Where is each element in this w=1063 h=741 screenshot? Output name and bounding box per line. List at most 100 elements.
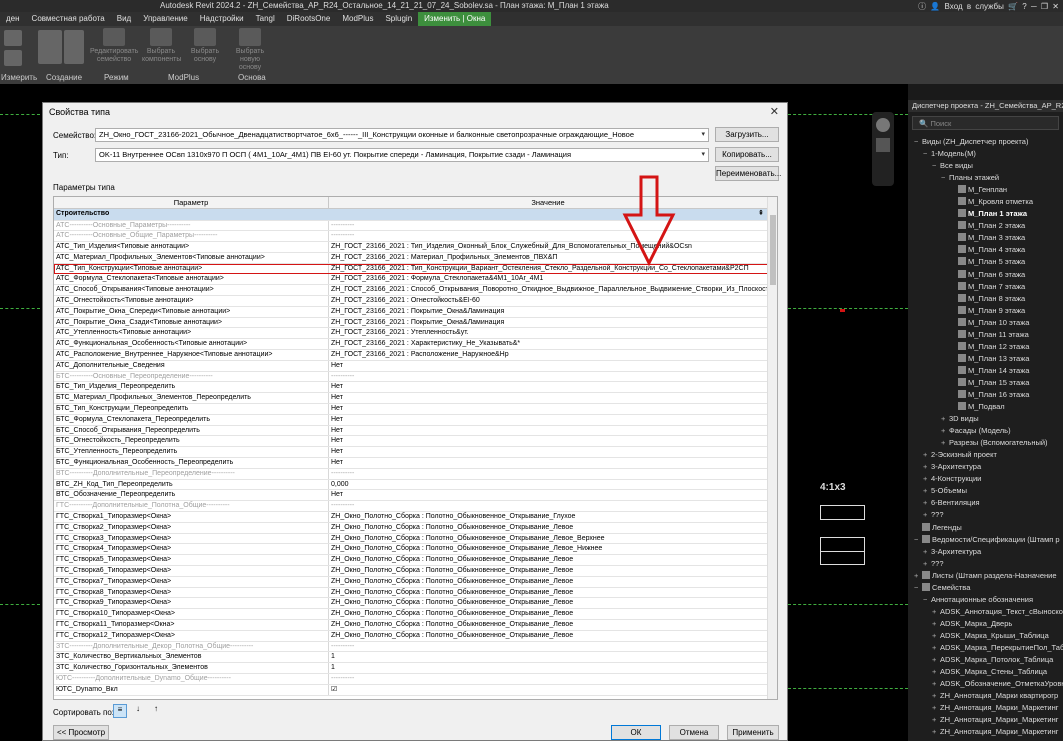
browser-tree-item[interactable]: +5-Объемы (908, 485, 1063, 497)
parameter-value[interactable]: 1 (329, 663, 768, 673)
parameter-value[interactable]: ZH_ГОСТ_23166_2021 : Покрытие_Окна&Ламин… (329, 307, 768, 317)
expand-icon[interactable]: + (932, 630, 940, 642)
table-row[interactable]: ЮТС----------Дополнительные_Dynamo_Общие… (54, 673, 768, 685)
menu-tab[interactable]: Совместная работа (26, 12, 111, 26)
expand-icon[interactable]: + (941, 437, 949, 449)
expand-icon[interactable]: + (923, 449, 931, 461)
menu-tab[interactable]: Изменить | Окна (418, 12, 492, 26)
collapse-icon[interactable]: ⇞ (754, 209, 768, 220)
expand-icon[interactable]: + (932, 714, 940, 726)
apply-button[interactable]: Применить (727, 725, 779, 740)
expand-icon[interactable]: + (923, 546, 931, 558)
login-link[interactable]: Вход в службы (945, 2, 1004, 11)
browser-tree-item[interactable]: +2-Эскизный проект (908, 449, 1063, 461)
browser-tree-item[interactable]: +??? (908, 509, 1063, 521)
parameter-value[interactable]: Нет (329, 458, 768, 468)
parameter-value[interactable]: Нет (329, 404, 768, 414)
browser-tree-item[interactable]: + ZH_Аннотация_Марки_Маркетинг (908, 702, 1063, 714)
table-row[interactable]: АТС_Покрытие_Окна_Спереди<Типовые аннота… (54, 306, 768, 318)
browser-tree-item[interactable]: + ADSK_Аннотация_Текст_сВыноской (908, 606, 1063, 618)
parameter-value[interactable]: ZH_ГОСТ_23166_2021 : Тип_Конструкции_Вар… (329, 264, 768, 274)
browser-tree-item[interactable]: М_План 12 этажа (908, 341, 1063, 353)
browser-search-input[interactable]: 🔍 Поиск (912, 116, 1059, 130)
select-host-button[interactable]: Выбрать основу (186, 28, 224, 64)
browser-tree-item[interactable]: − Планы этажей (908, 172, 1063, 184)
parameter-value[interactable]: ZH_ГОСТ_23166_2021 : Расположение_Наружн… (329, 350, 768, 360)
collapse-icon[interactable]: − (914, 582, 922, 594)
menu-tab[interactable]: ModPlus (336, 12, 379, 26)
parameter-value[interactable]: ZH_Окно_Полотно_Сборка : Полотно_Обыкнов… (329, 588, 768, 598)
maximize-icon[interactable]: ❐ (1041, 2, 1048, 11)
help-icon[interactable]: ? (1022, 2, 1026, 11)
table-row[interactable]: АТС_Функциональная_Особенность<Типовые а… (54, 339, 768, 351)
expand-icon[interactable]: + (923, 497, 931, 509)
table-row[interactable]: АТС_Огнестойкость<Типовые аннотации> ZH_Г… (54, 296, 768, 307)
browser-tree-item[interactable]: + ZH_Аннотация_Марки квартирогр (908, 690, 1063, 702)
parameter-value[interactable]: Нет (329, 426, 768, 436)
table-row[interactable]: БТС_Огнестойкость_Переопределить Нет (54, 436, 768, 448)
table-row[interactable]: ГТС_Створка2_Типоразмер<Окна> ZH_Окно_Пол… (54, 522, 768, 534)
browser-tree-item[interactable]: М_План 11 этажа (908, 329, 1063, 341)
window-elevation-symbol[interactable] (820, 537, 865, 565)
browser-tree-item[interactable]: +??? (908, 558, 1063, 570)
load-button[interactable]: Загрузить... (715, 127, 779, 142)
close-icon[interactable]: ✕ (1052, 2, 1059, 11)
select-components-button[interactable]: Выбрать компоненты (142, 28, 181, 64)
sort-default-icon[interactable]: ≡ (113, 704, 127, 718)
window-symbol[interactable] (820, 505, 865, 520)
parameter-value[interactable]: ZH_Окно_Полотно_Сборка : Полотно_Обыкнов… (329, 598, 768, 608)
table-row[interactable]: БТС_Утепленность_Переопределить Нет (54, 447, 768, 459)
parameter-value[interactable]: ZH_Окно_Полотно_Сборка : Полотно_Обыкнов… (329, 512, 768, 522)
browser-tree-item[interactable]: + ADSK_Марка_Потолок_Таблица (908, 654, 1063, 666)
collapse-icon[interactable]: − (914, 534, 922, 546)
browser-tree-item[interactable]: + ZH_Аннотация_Марки_Маркетинг (908, 714, 1063, 726)
parameter-value[interactable]: ZH_ГОСТ_23166_2021 : Утепленность&ут. (329, 328, 768, 338)
parameter-value[interactable]: ZH_ГОСТ_23166_2021 : Покрытие_Окна&Ламин… (329, 318, 768, 328)
parameter-value[interactable]: ZH_ГОСТ_23166_2021 : Способ_Открывания_П… (329, 285, 768, 295)
table-row[interactable]: АТС_Расположение_Внутреннее_Наружное<Тип… (54, 350, 768, 361)
browser-tree-item[interactable]: М_План 13 этажа (908, 353, 1063, 365)
sort-ascending-icon[interactable]: ↓ (131, 704, 145, 718)
browser-tree-item[interactable]: М_План 4 этажа (908, 244, 1063, 256)
expand-icon[interactable]: + (923, 473, 931, 485)
table-row[interactable]: БТС_Материал_Профильных_Элементов_Переоп… (54, 393, 768, 405)
menu-tab[interactable]: Вид (111, 12, 137, 26)
cart-icon[interactable]: 🛒 (1008, 2, 1018, 11)
menu-tab[interactable]: Управление (137, 12, 193, 26)
parameter-value[interactable]: ---------- (329, 642, 768, 652)
table-row[interactable]: БТС_Формула_Стеклопакета_Переопределить Н… (54, 414, 768, 426)
browser-tree-item[interactable]: М_План 7 этажа (908, 281, 1063, 293)
ok-button[interactable]: ОК (611, 725, 661, 740)
column-header-parameter[interactable]: Параметр (54, 197, 329, 208)
browser-tree-item[interactable]: + ADSK_Марка_Стены_Таблица (908, 666, 1063, 678)
edit-family-button[interactable]: Редактировать семейство (90, 28, 138, 64)
table-row[interactable]: ГТС_Створка1_Типоразмер<Окна> ZH_Окно_Пол… (54, 512, 768, 523)
parameter-value[interactable]: ZH_Окно_Полотно_Сборка : Полотно_Обыкнов… (329, 620, 768, 630)
parameter-value[interactable]: ZH_ГОСТ_23166_2021 : Характеристику_Не_У… (329, 339, 768, 349)
parameter-value[interactable]: ZH_Окно_Полотно_Сборка : Полотно_Обыкнов… (329, 566, 768, 576)
parameter-value[interactable]: 0,000 (329, 480, 768, 490)
parameter-value[interactable]: Нет (329, 382, 768, 392)
table-row[interactable]: ВТС_ZH_Код_Тип_Переопределить 0,000 (54, 479, 768, 491)
table-row[interactable]: АТС_Утепленность<Типовые аннотации> ZH_ГО… (54, 328, 768, 340)
table-row[interactable]: ГТС_Створка11_Типоразмер<Окна> ZH_Окно_По… (54, 619, 768, 631)
parameter-value[interactable]: 1 (329, 652, 768, 662)
parameter-value[interactable]: Нет (329, 436, 768, 446)
browser-tree-item[interactable]: М_План 10 этажа (908, 317, 1063, 329)
table-row[interactable]: ГТС_Створка4_Типоразмер<Окна> ZH_Окно_Пол… (54, 544, 768, 556)
table-row[interactable]: ГТС_Створка12_Типоразмер<Окна> ZH_Окно_По… (54, 630, 768, 642)
parameter-value[interactable]: ZH_ГОСТ_23166_2021 : Формула_Стеклопакет… (329, 274, 768, 284)
menu-tab[interactable]: Tangl (250, 12, 281, 26)
table-row[interactable]: ГТС_Створка8_Типоразмер<Окна> ZH_Окно_Пол… (54, 587, 768, 599)
browser-tree-item[interactable]: Легенды (908, 522, 1063, 534)
parameter-value[interactable]: ---------- (329, 231, 768, 241)
table-row[interactable]: ВТС_Обозначение_Переопределить Нет (54, 490, 768, 502)
table-row[interactable]: АТС_Формула_Стеклопакета<Типовые аннотац… (54, 274, 768, 286)
cancel-button[interactable]: Отмена (669, 725, 719, 740)
expand-icon[interactable]: + (923, 485, 931, 497)
table-row[interactable]: ЗТС----------Дополнительные_Декор_Полотн… (54, 641, 768, 653)
browser-tree-item[interactable]: − Все виды (908, 160, 1063, 172)
table-row[interactable]: ГТС----------Дополнительные_Полотна_Общи… (54, 501, 768, 513)
parameter-value[interactable]: ---------- (329, 372, 768, 382)
parameter-value[interactable]: ZH_Окно_Полотно_Сборка : Полотно_Обыкнов… (329, 631, 768, 641)
